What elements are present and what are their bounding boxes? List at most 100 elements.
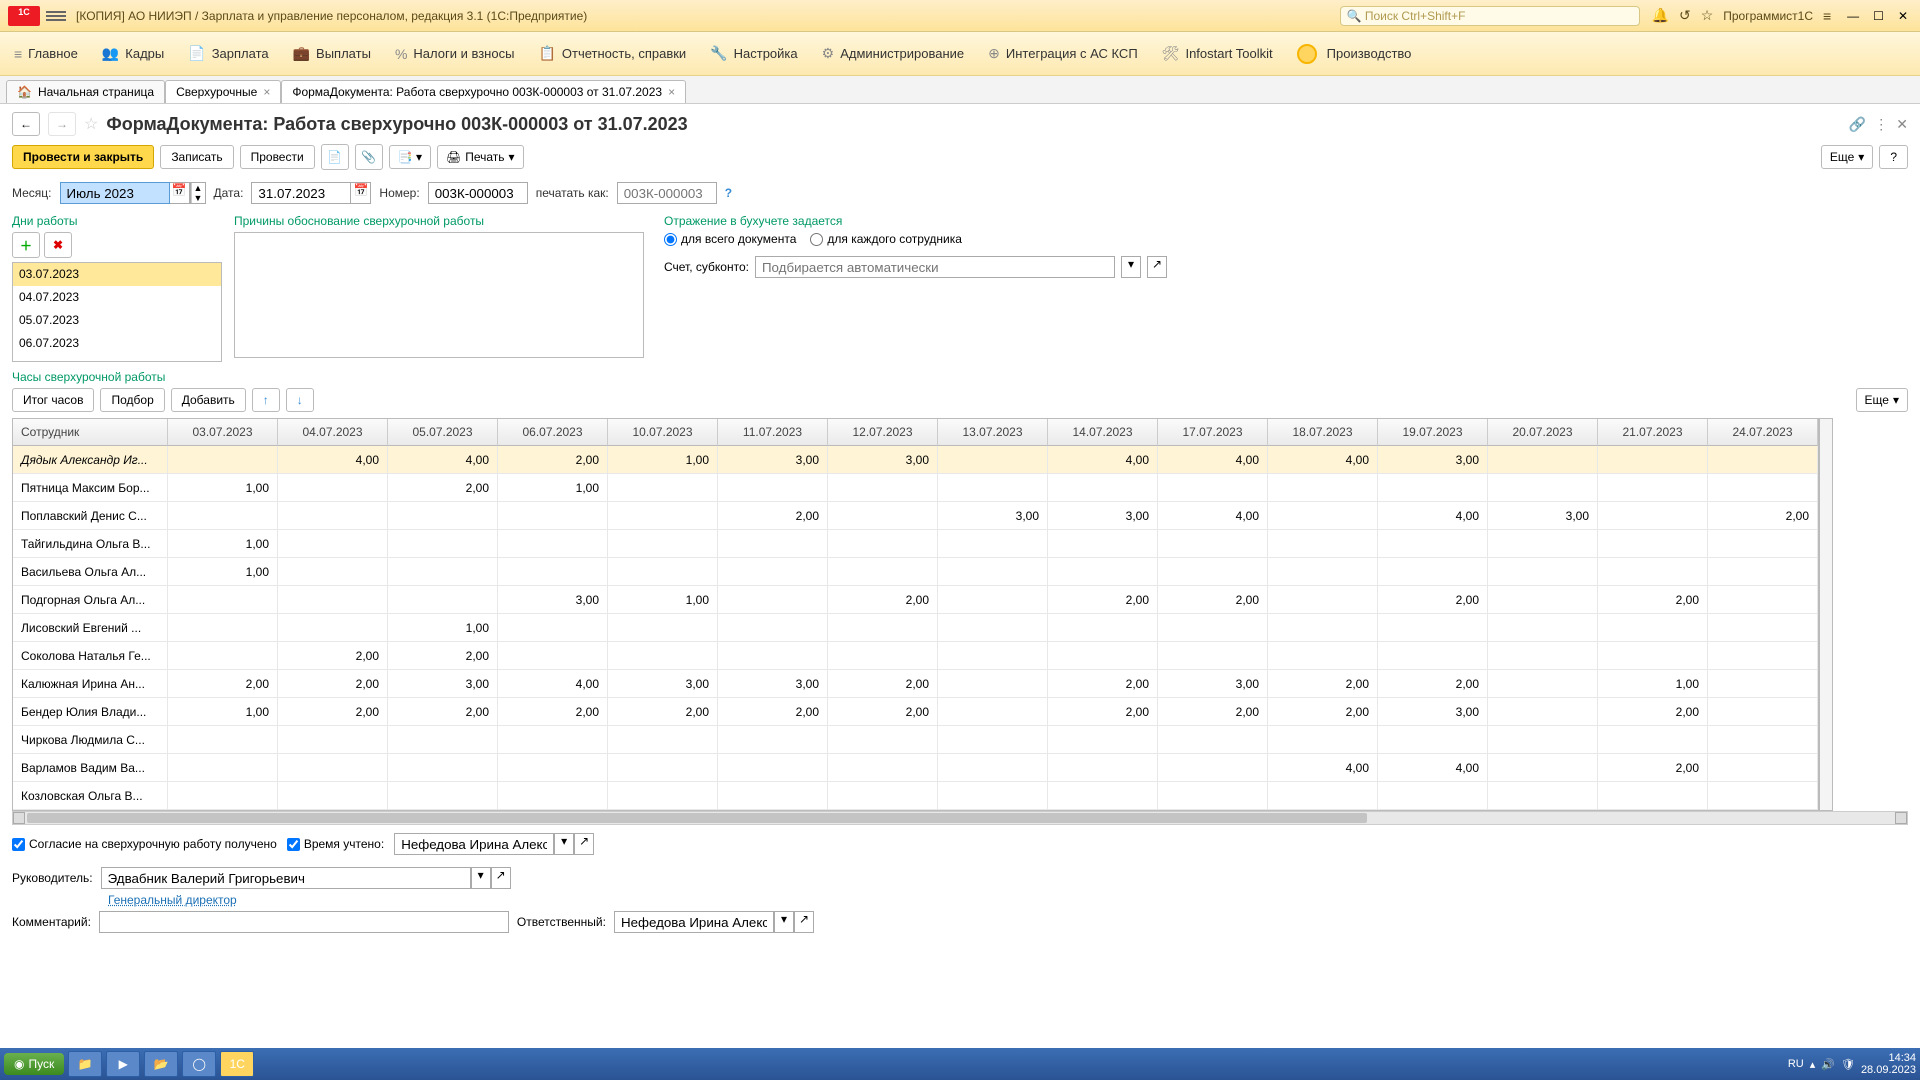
hours-cell[interactable] <box>828 474 938 502</box>
hours-cell[interactable] <box>938 754 1048 782</box>
hours-cell[interactable] <box>1268 558 1378 586</box>
hours-cell[interactable] <box>1708 670 1818 698</box>
hours-cell[interactable] <box>1708 474 1818 502</box>
nav-kadry[interactable]: 👥Кадры <box>102 45 164 62</box>
hours-cell[interactable] <box>938 614 1048 642</box>
col-date[interactable]: 10.07.2023 <box>608 419 718 446</box>
hours-cell[interactable] <box>1268 614 1378 642</box>
consent-checkbox[interactable]: Согласие на сверхурочную работу получено <box>12 837 277 851</box>
col-employee[interactable]: Сотрудник <box>13 419 168 446</box>
hours-cell[interactable]: 3,00 <box>1378 446 1488 474</box>
hours-cell[interactable] <box>1158 558 1268 586</box>
hours-cell[interactable]: 2,00 <box>1378 586 1488 614</box>
hours-cell[interactable] <box>1048 642 1158 670</box>
hours-cell[interactable] <box>1598 726 1708 754</box>
hours-cell[interactable]: 2,00 <box>278 642 388 670</box>
manager-position-link[interactable]: Генеральный директор <box>0 893 1920 907</box>
hours-cell[interactable] <box>1598 474 1708 502</box>
hours-cell[interactable]: 2,00 <box>498 446 608 474</box>
hours-cell[interactable] <box>1598 614 1708 642</box>
hours-cell[interactable] <box>168 502 278 530</box>
hours-cell[interactable] <box>278 614 388 642</box>
hours-cell[interactable]: 1,00 <box>608 446 718 474</box>
hours-cell[interactable] <box>828 642 938 670</box>
hours-cell[interactable]: 3,00 <box>1158 670 1268 698</box>
hours-cell[interactable] <box>1708 642 1818 670</box>
hours-cell[interactable] <box>498 782 608 810</box>
hours-cell[interactable] <box>1378 642 1488 670</box>
number-input[interactable] <box>428 182 528 204</box>
hours-cell[interactable]: 2,00 <box>828 698 938 726</box>
language-indicator[interactable]: RU <box>1788 1058 1804 1070</box>
add-day-button[interactable]: ＋ <box>12 232 40 258</box>
hours-cell[interactable]: 4,00 <box>1378 502 1488 530</box>
hours-cell[interactable] <box>828 530 938 558</box>
hours-cell[interactable] <box>1048 530 1158 558</box>
tab-document-form[interactable]: ФормаДокумента: Работа сверхурочно 003К-… <box>281 80 686 103</box>
hours-cell[interactable] <box>1268 586 1378 614</box>
hours-cell[interactable] <box>1488 642 1598 670</box>
help-button[interactable]: ? <box>1879 145 1908 169</box>
grid-vscroll[interactable] <box>1819 418 1833 811</box>
hours-cell[interactable]: 1,00 <box>168 558 278 586</box>
hours-cell[interactable] <box>1598 782 1708 810</box>
hours-cell[interactable]: 3,00 <box>608 670 718 698</box>
hours-cell[interactable] <box>718 754 828 782</box>
hours-cell[interactable] <box>608 726 718 754</box>
hours-cell[interactable] <box>608 474 718 502</box>
help-link[interactable]: ? <box>725 186 732 200</box>
move-down-button[interactable]: ↓ <box>286 388 314 412</box>
hours-cell[interactable] <box>278 754 388 782</box>
hours-cell[interactable] <box>938 586 1048 614</box>
hours-cell[interactable] <box>1598 446 1708 474</box>
hours-cell[interactable] <box>1708 754 1818 782</box>
nav-infostart[interactable]: 🛠Infostart Toolkit <box>1162 45 1273 62</box>
hours-cell[interactable]: 2,00 <box>1048 670 1158 698</box>
hours-cell[interactable]: 3,00 <box>1488 502 1598 530</box>
bell-icon[interactable]: 🔔 <box>1652 7 1669 24</box>
day-item[interactable]: 04.07.2023 <box>13 286 221 309</box>
col-date[interactable]: 04.07.2023 <box>278 419 388 446</box>
favorite-icon[interactable]: ☆ <box>84 114 98 134</box>
time-by-select[interactable] <box>394 833 554 855</box>
hours-cell[interactable]: 3,00 <box>388 670 498 698</box>
hours-cell[interactable] <box>498 614 608 642</box>
total-hours-button[interactable]: Итог часов <box>12 388 94 412</box>
hours-cell[interactable] <box>718 558 828 586</box>
hours-cell[interactable] <box>278 474 388 502</box>
hours-cell[interactable] <box>1378 614 1488 642</box>
month-input[interactable] <box>60 182 170 204</box>
date-input[interactable] <box>251 182 351 204</box>
hours-cell[interactable] <box>278 726 388 754</box>
hours-cell[interactable] <box>168 754 278 782</box>
employee-cell[interactable]: Варламов Вадим Ва... <box>13 754 168 782</box>
star-icon[interactable]: ☆ <box>1701 7 1714 24</box>
hours-cell[interactable] <box>388 782 498 810</box>
hours-cell[interactable] <box>828 754 938 782</box>
tab-home[interactable]: 🏠Начальная страница <box>6 80 165 103</box>
kebab-icon[interactable]: ⋮ <box>1874 116 1888 133</box>
radio-whole-doc[interactable]: для всего документа <box>664 232 796 246</box>
employee-cell[interactable]: Подгорная Ольга Ал... <box>13 586 168 614</box>
employee-cell[interactable]: Бендер Юлия Влади... <box>13 698 168 726</box>
post-button[interactable]: Провести <box>240 145 315 169</box>
tray-icon[interactable]: 🛡 <box>1841 1058 1855 1071</box>
hours-cell[interactable]: 2,00 <box>1378 670 1488 698</box>
hours-cell[interactable] <box>718 642 828 670</box>
hours-cell[interactable] <box>1488 670 1598 698</box>
hours-cell[interactable] <box>1048 754 1158 782</box>
day-item[interactable]: 06.07.2023 <box>13 332 221 355</box>
col-date[interactable]: 03.07.2023 <box>168 419 278 446</box>
hours-cell[interactable] <box>1268 782 1378 810</box>
hours-grid[interactable]: Сотрудник03.07.202304.07.202305.07.20230… <box>12 418 1819 811</box>
hours-cell[interactable]: 1,00 <box>168 530 278 558</box>
hours-cell[interactable] <box>938 446 1048 474</box>
hours-cell[interactable]: 3,00 <box>938 502 1048 530</box>
hamburger-icon[interactable] <box>46 11 66 21</box>
employee-cell[interactable]: Поплавский Денис С... <box>13 502 168 530</box>
hours-cell[interactable]: 4,00 <box>1048 446 1158 474</box>
hours-cell[interactable] <box>718 586 828 614</box>
hours-cell[interactable] <box>1598 558 1708 586</box>
hours-cell[interactable]: 2,00 <box>1598 698 1708 726</box>
hours-cell[interactable] <box>1488 726 1598 754</box>
